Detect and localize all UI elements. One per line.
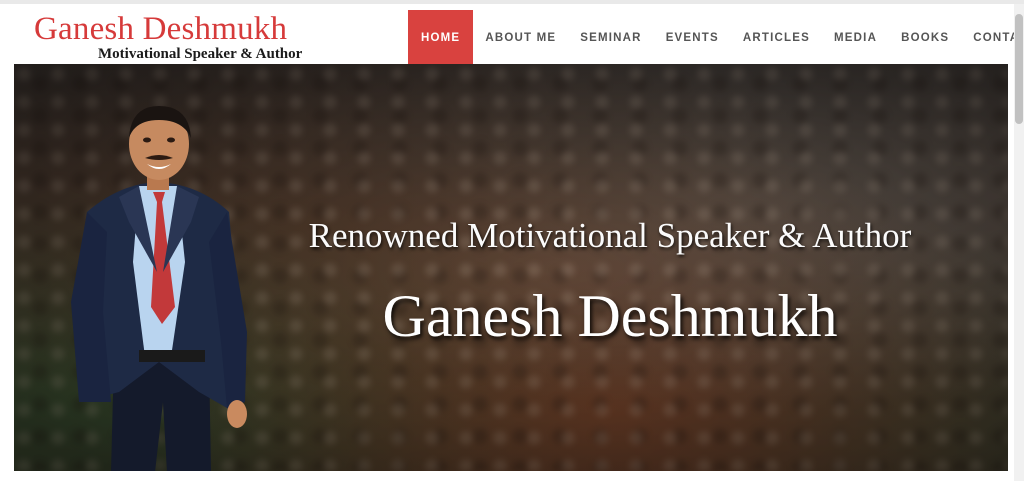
nav-item-articles[interactable]: ARTICLES	[731, 10, 822, 66]
nav-item-seminar[interactable]: SEMINAR	[568, 10, 653, 66]
scrollbar[interactable]	[1014, 4, 1024, 481]
nav-item-about-me[interactable]: ABOUT ME	[473, 10, 568, 66]
main-nav: HOME ABOUT ME SEMINAR EVENTS ARTICLES ME…	[408, 10, 1024, 66]
site-header: Ganesh Deshmukh Motivational Speaker & A…	[0, 4, 1024, 66]
nav-item-home[interactable]: HOME	[408, 10, 474, 66]
nav-item-events[interactable]: EVENTS	[654, 10, 731, 66]
hero-banner: Renowned Motivational Speaker & Author G…	[14, 64, 1008, 471]
hero-subtitle: Renowned Motivational Speaker & Author	[308, 216, 912, 255]
logo-tagline: Motivational Speaker & Author	[98, 46, 303, 62]
hero-title: Ganesh Deshmukh	[382, 283, 838, 349]
scrollbar-thumb[interactable]	[1015, 14, 1023, 124]
site-logo[interactable]: Ganesh Deshmukh Motivational Speaker & A…	[34, 11, 302, 62]
speaker-photo	[71, 106, 247, 471]
nav-item-media[interactable]: MEDIA	[822, 10, 889, 66]
nav-item-books[interactable]: BOOKS	[889, 10, 961, 66]
logo-name: Ganesh Deshmukh	[34, 11, 288, 47]
page-bottom	[0, 471, 1014, 481]
